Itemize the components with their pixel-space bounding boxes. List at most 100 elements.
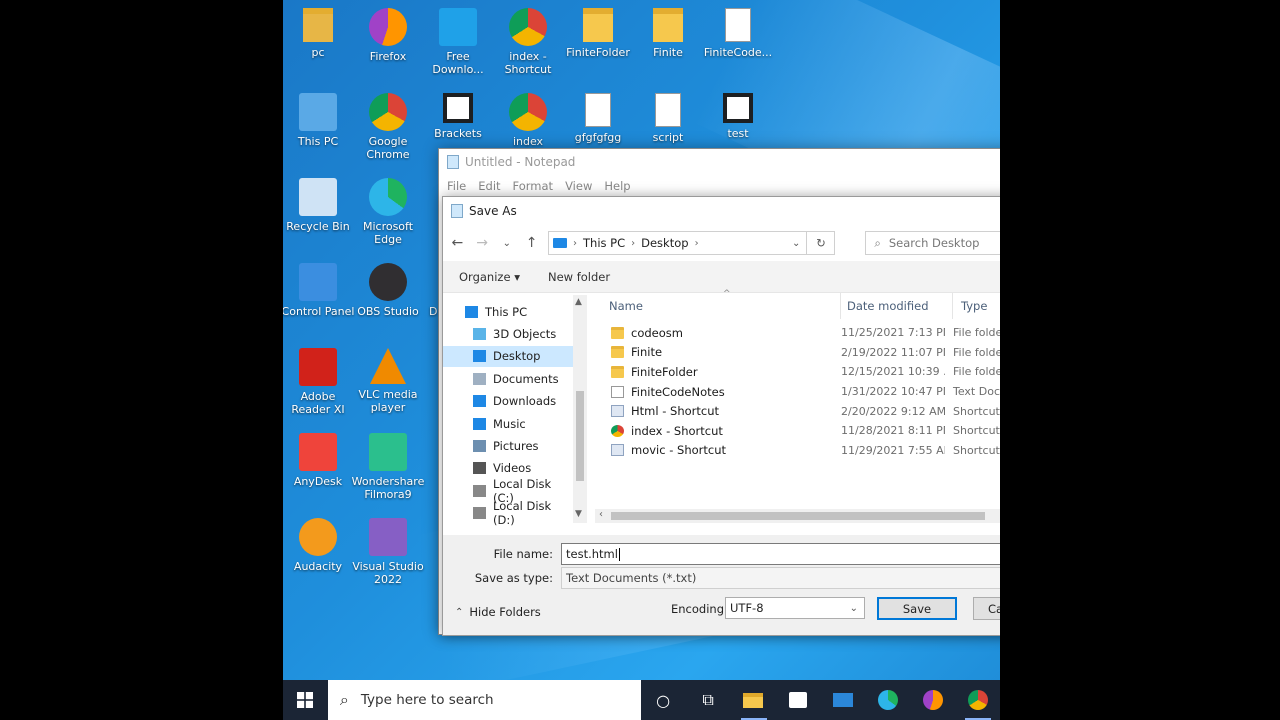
- desktop-icon[interactable]: FiniteCode...: [701, 8, 775, 59]
- desktop-icon[interactable]: This PC: [283, 93, 355, 148]
- refresh-icon[interactable]: ↻: [807, 231, 836, 255]
- notepad-title-bar[interactable]: Untitled - Notepad: [439, 149, 1000, 175]
- desktop-icon[interactable]: Finite: [631, 8, 705, 59]
- desktop-icon[interactable]: Visual Studio 2022: [351, 518, 425, 586]
- menu-help[interactable]: Help: [600, 179, 638, 193]
- desktop-icon-label-partial: D: [429, 305, 438, 318]
- menu-edit[interactable]: Edit: [474, 179, 508, 193]
- nav-item-local-disk-d[interactable]: Local Disk (D:): [443, 499, 573, 527]
- task-view-icon[interactable]: ⧉: [686, 680, 731, 720]
- desktop-icon-label: Finite: [653, 46, 683, 59]
- desktop-icon[interactable]: index: [491, 93, 565, 148]
- hide-folders-button[interactable]: ⌃ Hide Folders: [455, 605, 541, 619]
- nav-item-downloads[interactable]: Downloads: [443, 391, 573, 412]
- address-bar[interactable]: › This PC › Desktop › ⌄: [548, 231, 808, 255]
- desktop-icon[interactable]: FiniteFolder: [561, 8, 635, 59]
- nav-item-documents[interactable]: Documents: [443, 368, 573, 389]
- back-arrow-icon[interactable]: ←: [449, 235, 466, 251]
- forward-arrow-icon[interactable]: →: [474, 235, 491, 251]
- firefox-icon[interactable]: [910, 680, 955, 720]
- desktop-icon[interactable]: Free Downlo...: [421, 8, 495, 76]
- chrome-icon[interactable]: [955, 680, 1000, 720]
- desktop-icon[interactable]: index - Shortcut: [491, 8, 565, 76]
- save-as-title-bar[interactable]: Save As: [443, 197, 1000, 225]
- desktop-icon[interactable]: OBS Studio: [351, 263, 425, 318]
- cortana-icon[interactable]: ○: [641, 680, 686, 720]
- desktop-icon[interactable]: pc: [283, 8, 355, 59]
- taskbar-search[interactable]: ⌕ Type here to search: [327, 680, 641, 720]
- up-arrow-icon[interactable]: ↑: [523, 235, 540, 251]
- desktop-icon[interactable]: script: [631, 93, 705, 144]
- desktop-icon[interactable]: AnyDesk: [283, 433, 355, 488]
- notepad-icon: [451, 204, 463, 218]
- file-row[interactable]: Finite 2/19/2022 11:07 PM File folder: [595, 343, 1000, 363]
- save-button[interactable]: Save: [877, 597, 957, 620]
- save-as-dialog[interactable]: Save As ← → ⌄ ↑ › This PC › Desktop › ⌄ …: [442, 196, 1000, 636]
- vlc-icon: [370, 348, 406, 384]
- scrollbar-thumb[interactable]: [611, 512, 985, 520]
- nav-item-label: Videos: [493, 461, 532, 476]
- file-row[interactable]: FiniteFolder 12/15/2021 10:39 ... File fol…: [595, 362, 1000, 382]
- nav-item-label: Documents: [493, 371, 559, 386]
- desktop-icon[interactable]: gfgfgfgg: [561, 93, 635, 144]
- desktop-icon[interactable]: test: [701, 93, 775, 140]
- breadcrumb-this-pc[interactable]: This PC: [583, 236, 625, 250]
- desktop-icon[interactable]: Google Chrome: [351, 93, 425, 161]
- desktop-icon[interactable]: Firefox: [351, 8, 425, 63]
- folder-icon: [653, 8, 683, 42]
- column-type[interactable]: Type: [953, 293, 1000, 319]
- file-row[interactable]: movic - Shortcut 11/29/2021 7:55 AM Shortc…: [595, 441, 1000, 461]
- desktop-icon[interactable]: Microsoft Edge: [351, 178, 425, 246]
- desktop-icon-label: Firefox: [369, 50, 407, 63]
- file-name: Finite: [631, 345, 663, 360]
- desktop-icon[interactable]: Audacity: [283, 518, 355, 573]
- desktop-icon[interactable]: VLC media player: [351, 348, 425, 414]
- file-explorer-icon[interactable]: [731, 680, 776, 720]
- breadcrumb-desktop[interactable]: Desktop: [641, 236, 688, 250]
- search-box[interactable]: ⌕ Search Desktop: [865, 231, 1000, 255]
- column-name[interactable]: Name: [595, 293, 841, 319]
- nav-item-desktop[interactable]: Desktop: [443, 345, 573, 367]
- desktop-icon[interactable]: Brackets: [421, 93, 495, 140]
- nav-item-music[interactable]: Music: [443, 413, 573, 434]
- nav-item-label: Desktop: [493, 349, 541, 364]
- desktop-icon[interactable]: Recycle Bin: [283, 178, 355, 233]
- nav-item-3d-objects[interactable]: 3D Objects: [443, 323, 573, 344]
- file-row[interactable]: FiniteCodeNotes 1/31/2022 10:47 PM Text Do…: [595, 382, 1000, 402]
- store-icon[interactable]: [775, 680, 820, 720]
- horizontal-scrollbar[interactable]: ‹: [595, 509, 1000, 523]
- organize-button[interactable]: Organize ▾: [459, 270, 520, 284]
- recent-locations-chevron-icon[interactable]: ⌄: [499, 238, 516, 249]
- new-folder-button[interactable]: New folder: [548, 270, 610, 284]
- scroll-down-icon[interactable]: ▼: [575, 509, 582, 519]
- cancel-button[interactable]: Cancel: [973, 597, 1000, 620]
- navigation-scrollbar[interactable]: ▲ ▼: [573, 295, 587, 523]
- menu-format[interactable]: Format: [509, 179, 562, 193]
- desktop-icon[interactable]: Wondershare Filmora9: [351, 433, 425, 501]
- file-row[interactable]: index - Shortcut 11/28/2021 8:11 PM Shortc…: [595, 421, 1000, 441]
- file-row[interactable]: Html - Shortcut 2/20/2022 9:12 AM Shortcut: [595, 401, 1000, 421]
- menu-view[interactable]: View: [561, 179, 600, 193]
- mail-icon[interactable]: [820, 680, 865, 720]
- desktop-icon[interactable]: Control Panel: [283, 263, 355, 318]
- nav-item-this-pc[interactable]: This PC: [443, 301, 573, 322]
- encoding-select[interactable]: UTF-8 ⌄: [725, 597, 865, 619]
- file-date: 2/19/2022 11:07 PM: [841, 345, 945, 359]
- scroll-left-icon[interactable]: ‹: [599, 509, 603, 520]
- column-date-modified[interactable]: Date modified: [841, 293, 953, 319]
- nav-item-local-disk-c[interactable]: Local Disk (C:): [443, 477, 573, 505]
- menu-file[interactable]: File: [443, 179, 474, 193]
- scroll-up-icon[interactable]: ▲: [575, 297, 582, 307]
- desktop-icon-label: This PC: [297, 135, 339, 148]
- address-dropdown-icon[interactable]: ⌄: [792, 238, 800, 249]
- file-row[interactable]: codeosm 11/25/2021 7:13 PM File folder: [595, 323, 1000, 343]
- desktop-icon[interactable]: Adobe Reader XI: [283, 348, 355, 416]
- start-button[interactable]: [283, 680, 328, 720]
- edge-icon[interactable]: [865, 680, 910, 720]
- nav-item-videos[interactable]: Videos: [443, 458, 573, 479]
- nav-item-pictures[interactable]: Pictures: [443, 435, 573, 456]
- scrollbar-thumb[interactable]: [576, 391, 584, 481]
- notepad-window[interactable]: Untitled - Notepad File Edit Format View…: [438, 148, 1000, 636]
- file-name-input[interactable]: test.html: [561, 543, 1000, 565]
- save-as-type-select[interactable]: Text Documents (*.txt): [561, 567, 1000, 589]
